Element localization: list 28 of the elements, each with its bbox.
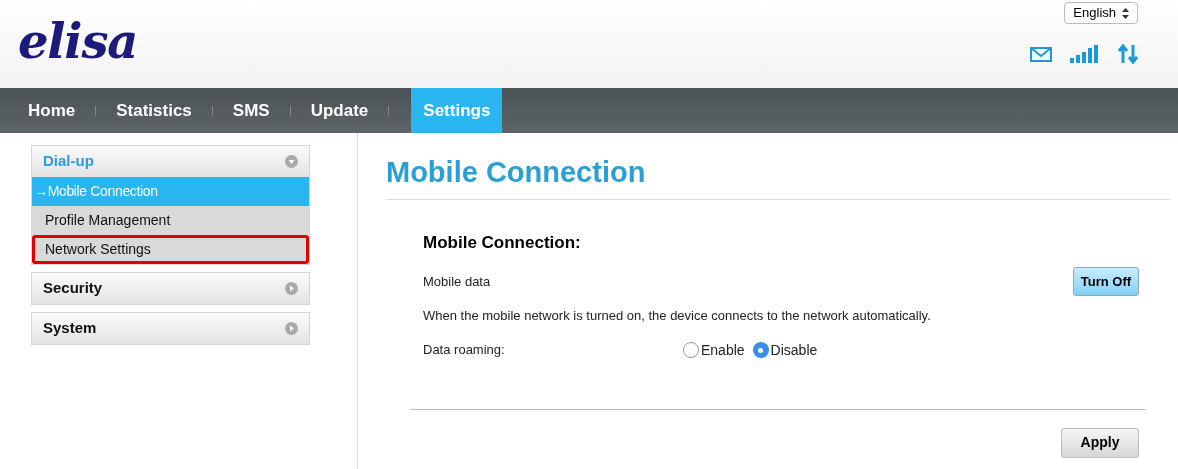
sidebar-group[interactable]: Security — [32, 273, 309, 304]
radio-label: Enable — [701, 340, 745, 360]
radio-label: Disable — [770, 340, 818, 360]
chevron-right-icon — [285, 282, 298, 295]
radio-button[interactable] — [752, 342, 769, 358]
section-title: Mobile Connection: — [423, 231, 582, 254]
updown-icon — [1122, 7, 1129, 19]
sidebar-item[interactable]: Network Settings — [32, 235, 309, 264]
nav-tab[interactable]: Home — [10, 88, 94, 133]
mobile-data-label: Mobile data — [423, 272, 491, 291]
description-text: When the mobile network is turned on, the device connects to the network automatically. — [423, 307, 932, 325]
logo: elisa — [18, 14, 138, 68]
radio-button[interactable] — [683, 342, 699, 358]
apply-button[interactable]: Apply — [1061, 427, 1139, 458]
nav-tab[interactable]: Update — [292, 88, 387, 133]
chevron-down-icon — [285, 155, 298, 168]
mail-icon[interactable] — [1030, 46, 1052, 62]
data-roaming-label: Data roaming: — [423, 341, 506, 360]
signal-icon — [1070, 45, 1100, 63]
chevron-right-icon — [285, 322, 298, 335]
sidebar-item[interactable]: Profile Management — [32, 206, 309, 235]
nav-tab[interactable]: Statistics — [98, 88, 210, 133]
nav-tab[interactable]: SMS — [214, 88, 288, 133]
language-select[interactable]: English — [1064, 2, 1138, 24]
sidebar-group[interactable]: System — [32, 313, 309, 344]
data-transfer-icon — [1118, 44, 1138, 64]
turn-off-button[interactable]: Turn Off — [1073, 267, 1139, 296]
page-title: Mobile Connection — [386, 151, 1170, 200]
